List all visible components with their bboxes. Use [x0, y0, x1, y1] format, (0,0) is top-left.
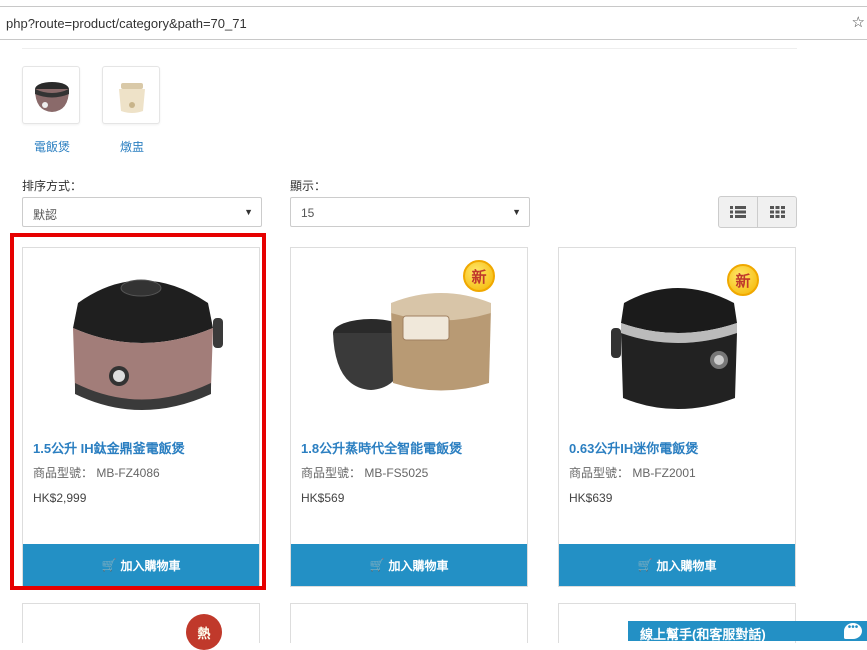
new-badge: 新: [727, 264, 759, 296]
divider: [22, 48, 797, 49]
rice-cooker-thumbnail-icon[interactable]: [22, 66, 80, 124]
product-model: 商品型號： MB-FS5025: [301, 466, 429, 480]
product-name[interactable]: 1.8公升蒸時代全智能電飯煲: [301, 438, 462, 457]
cart-icon: 🛒: [637, 558, 653, 572]
cart-icon: 🛒: [369, 558, 385, 572]
sort-value: 默認: [33, 208, 58, 222]
highlight-box: [10, 233, 266, 590]
new-badge: 新: [463, 260, 495, 292]
hot-badge: 熱: [186, 614, 222, 650]
product-card: 新 0.63公升IH迷你電飯煲 商品型號： MB-FZ2001 HK$639 🛒…: [558, 247, 796, 587]
list-view-icon: [730, 206, 746, 218]
add-to-cart-button[interactable]: 🛒 加入購物車: [291, 544, 527, 586]
add-to-cart-label: 加入購物車: [656, 558, 717, 573]
list-view-button[interactable]: [719, 197, 757, 227]
category-label[interactable]: 燉盅: [102, 138, 162, 155]
add-to-cart-label: 加入購物車: [388, 558, 449, 573]
limit-select[interactable]: 15 ▼: [290, 197, 530, 227]
live-chat-label: 線上幫手(和客服對話): [640, 627, 766, 642]
view-toggle: [718, 196, 797, 228]
chevron-down-icon: ▼: [244, 207, 253, 217]
product-image[interactable]: [559, 248, 795, 428]
product-name[interactable]: 0.63公升IH迷你電飯煲: [569, 438, 698, 457]
address-bar[interactable]: php?route=product/category&path=70_71 ☆: [0, 6, 867, 40]
add-to-cart-button[interactable]: 🛒 加入購物車: [559, 544, 795, 586]
live-chat-bar[interactable]: 線上幫手(和客服對話): [628, 621, 867, 642]
product-model: 商品型號： MB-FZ2001: [569, 466, 696, 480]
category-slow-cooker[interactable]: 燉盅: [102, 66, 162, 155]
limit-value: 15: [301, 206, 315, 220]
grid-view-button[interactable]: [757, 197, 796, 227]
star-icon[interactable]: ☆: [852, 13, 865, 31]
sort-select[interactable]: 默認 ▼: [22, 197, 262, 227]
category-label[interactable]: 電飯煲: [22, 138, 82, 155]
limit-label: 顯示：: [290, 179, 327, 193]
sort-label: 排序方式：: [22, 179, 83, 193]
chevron-down-icon: ▼: [512, 207, 521, 217]
url-text[interactable]: php?route=product/category&path=70_71: [6, 16, 247, 31]
product-card: 新 1.8公升蒸時代全智能電飯煲 商品型號： MB-FS5025 HK$569 …: [290, 247, 528, 587]
category-rice-cooker[interactable]: 電飯煲: [22, 66, 82, 155]
product-card-partial: [290, 603, 528, 643]
product-price: HK$569: [301, 491, 345, 505]
product-price: HK$639: [569, 491, 613, 505]
slow-cooker-thumbnail-icon[interactable]: [102, 66, 160, 124]
product-card-partial: [22, 603, 260, 643]
grid-view-icon: [769, 206, 785, 218]
